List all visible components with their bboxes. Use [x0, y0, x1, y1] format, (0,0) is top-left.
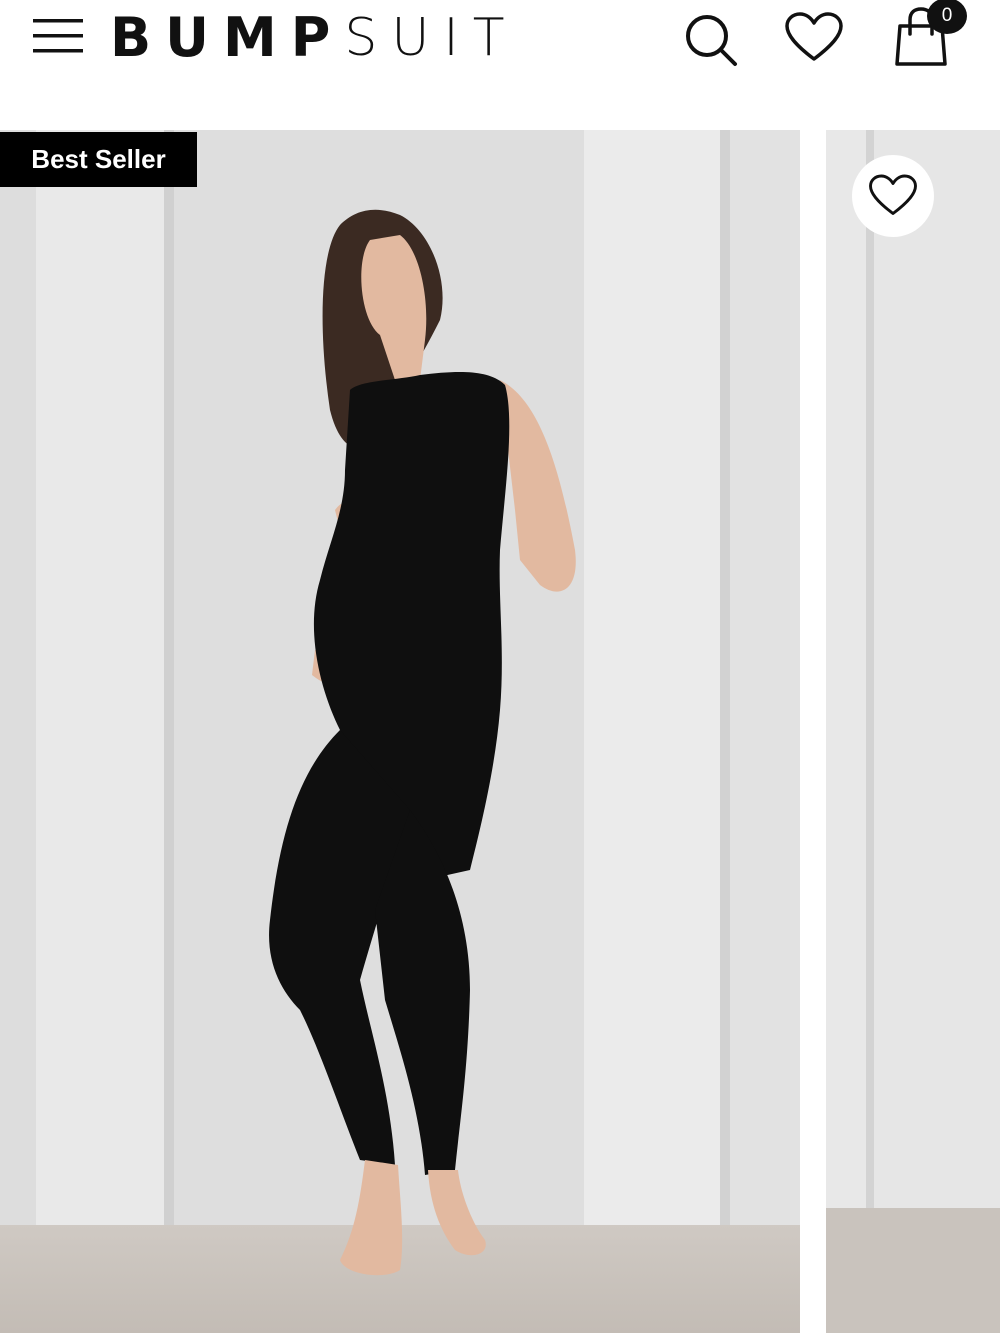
- favorite-button[interactable]: [852, 155, 934, 237]
- hamburger-menu-icon[interactable]: [33, 17, 83, 55]
- brand-logo[interactable]: BUMP SUIT: [110, 6, 519, 70]
- wishlist-heart-icon[interactable]: [784, 12, 844, 64]
- cart-count-badge: 0: [927, 0, 967, 34]
- logo-light-part: SUIT: [344, 8, 519, 68]
- next-product-image[interactable]: [826, 130, 1000, 1333]
- heart-outline-icon: [869, 174, 917, 215]
- search-icon[interactable]: [683, 12, 739, 68]
- best-seller-badge: Best Seller: [0, 132, 197, 187]
- main-product-image[interactable]: Best Seller: [0, 130, 800, 1333]
- logo-bold-part: BUMP: [110, 6, 345, 69]
- product-image-carousel[interactable]: Best Seller: [0, 130, 1000, 1333]
- site-header: BUMP SUIT 0: [0, 0, 1000, 130]
